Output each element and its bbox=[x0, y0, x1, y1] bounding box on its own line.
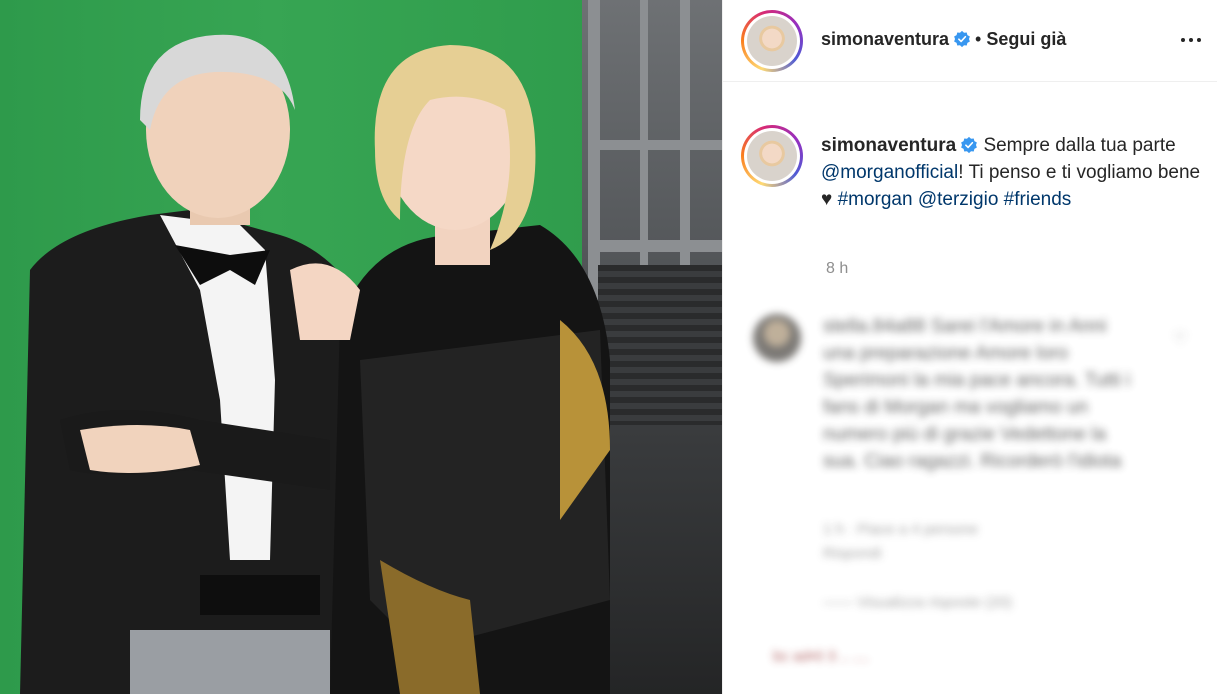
comment-avatar[interactable] bbox=[753, 314, 801, 362]
caption-text: simonaventura Sempre dalla tua parte @mo… bbox=[821, 132, 1201, 213]
hashtag-friends[interactable]: #friends bbox=[1004, 189, 1072, 210]
caption-username[interactable]: simonaventura bbox=[821, 135, 956, 156]
next-comment-preview: bc ad•0 3 .. .... bbox=[773, 648, 870, 665]
mention-terzigio[interactable]: @terzigio bbox=[918, 189, 999, 210]
following-button[interactable]: Segui già bbox=[986, 29, 1066, 49]
more-options-icon[interactable] bbox=[1176, 30, 1206, 50]
separator-dot: • bbox=[975, 29, 982, 49]
mention-morganofficial[interactable]: @morganofficial bbox=[821, 162, 958, 183]
profile-avatar[interactable] bbox=[741, 10, 803, 72]
header-username[interactable]: simonaventura bbox=[821, 29, 949, 49]
caption-avatar[interactable] bbox=[741, 125, 803, 187]
post-timestamp[interactable]: 8 h bbox=[826, 260, 848, 278]
verified-badge-icon bbox=[961, 136, 978, 154]
reply-link[interactable]: Rispondi bbox=[823, 542, 978, 566]
post-details-panel: simonaventura • Segui già simonaventura Se… bbox=[722, 0, 1217, 694]
comment-text: stella.84a88 Sarei l'Amore in Anni una p… bbox=[823, 316, 1131, 472]
comment-meta: 1 h · Piace a 4 persone Rispondi bbox=[823, 518, 978, 566]
blurred-comment: stella.84a88 Sarei l'Amore in Anni una p… bbox=[743, 308, 1213, 694]
people-illustration bbox=[20, 34, 610, 694]
verified-badge-icon bbox=[954, 30, 970, 48]
caption-body-text: Sempre dalla tua parte bbox=[983, 135, 1176, 156]
post-photo[interactable] bbox=[0, 0, 722, 694]
like-heart-icon[interactable]: ♡ bbox=[1173, 328, 1187, 348]
view-replies-link[interactable]: —— Visualizza risposte (20) bbox=[823, 594, 1012, 611]
hashtag-morgan[interactable]: #morgan bbox=[838, 189, 913, 210]
header-name-line: simonaventura • Segui già bbox=[821, 29, 1066, 50]
post-header: simonaventura • Segui già bbox=[723, 0, 1217, 82]
comment-meta-info: 1 h · Piace a 4 persone bbox=[823, 521, 979, 538]
